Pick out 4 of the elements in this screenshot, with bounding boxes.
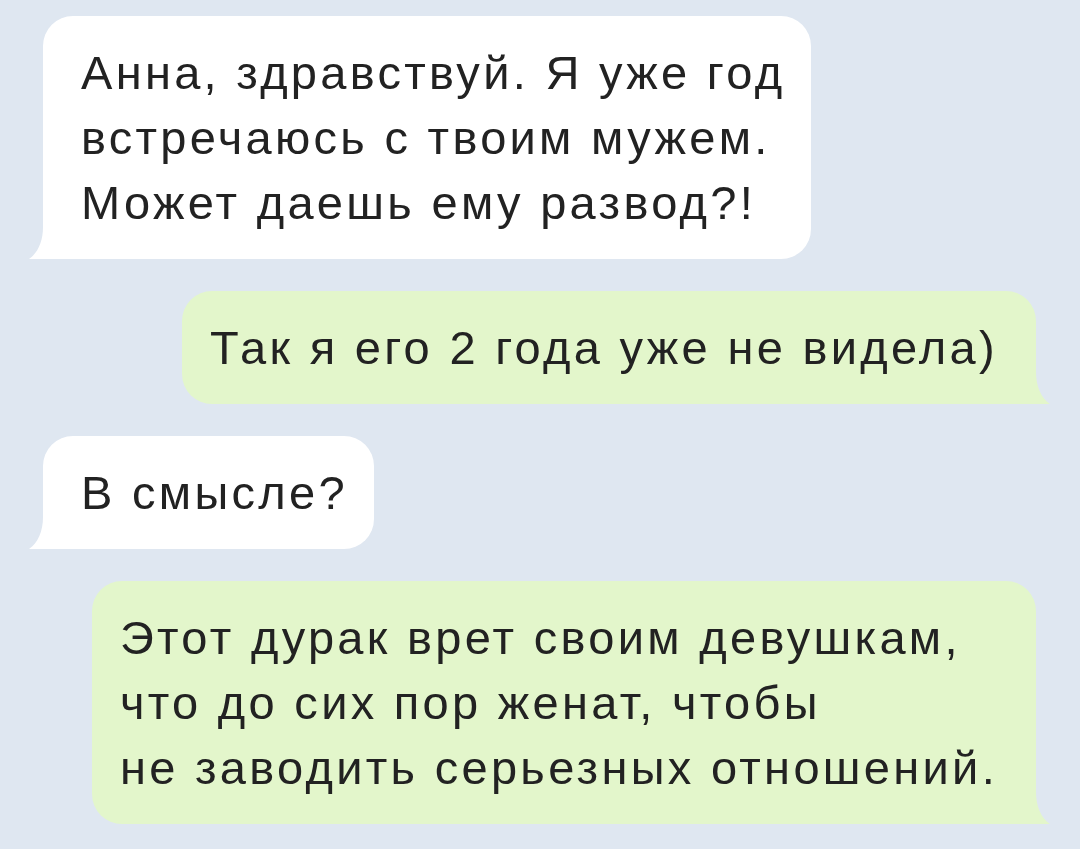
message-bubble: В смысле? — [43, 436, 374, 549]
message-bubble: Так я его 2 года уже не видела) — [182, 291, 1036, 404]
message-bubble: Анна, здравствуй. Я уже год встречаюсь с твоим мужем. Может даешь ему развод?! — [43, 16, 812, 259]
message-bubble: Этот дурак врет своим девушкам, что до сих пор женат, чтобы не заводить серьезных отношений. — [91, 581, 1036, 824]
